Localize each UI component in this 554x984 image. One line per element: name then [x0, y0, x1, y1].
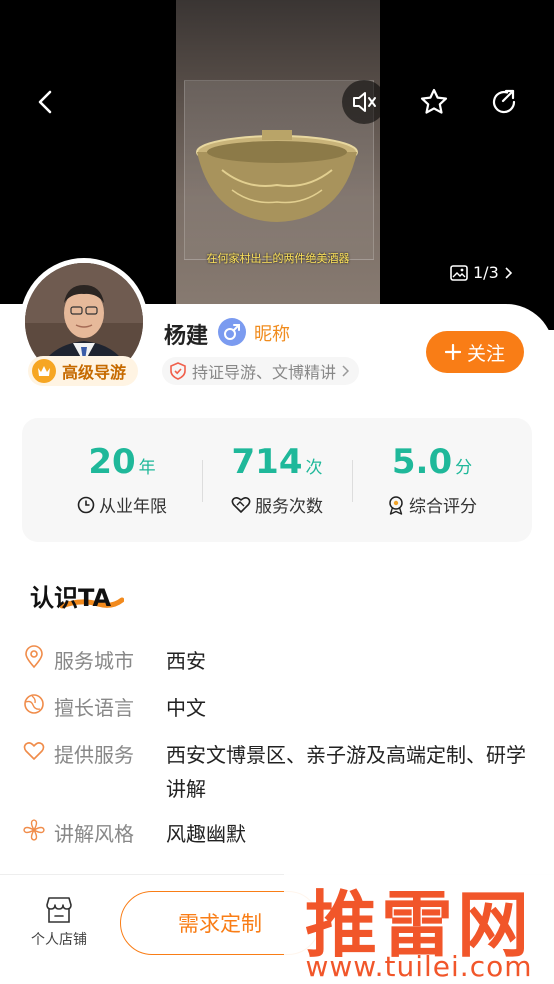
stat-value: 714 [231, 442, 303, 482]
chevron-right-icon [505, 266, 512, 279]
photo-counter[interactable]: 1/3 [450, 263, 512, 282]
male-icon [218, 318, 246, 346]
certification-label: 持证导游、文博精讲 [192, 363, 337, 382]
clock-icon [77, 496, 95, 513]
follow-button[interactable]: 关注 [426, 331, 524, 373]
share-button[interactable] [482, 80, 526, 124]
chevron-left-icon [38, 90, 52, 114]
star-icon [420, 88, 448, 114]
info-row-style: 讲解风格 风趣幽默 [22, 817, 526, 851]
video-caption: 在何家村出土的两件绝美酒器 [206, 252, 350, 265]
stat-value: 20 [88, 442, 136, 482]
stat-label: 综合评分 [409, 497, 477, 517]
follow-label: 关注 [466, 342, 505, 365]
info-value: 中文 [166, 696, 206, 720]
share-icon [492, 89, 516, 114]
stats-panel: 20 年 从业年限 714 次 服务次数 5.0 分 综合评分 [22, 418, 532, 542]
stat-divider [352, 460, 353, 502]
info-value: 西安文博景区、亲子游及高端定制、研学讲解 [166, 743, 526, 801]
photo-counter-text: 1/3 [473, 263, 499, 282]
image-icon [450, 264, 468, 281]
speaker-mute-icon [353, 92, 376, 112]
section-title-about: 认识TA [30, 584, 112, 612]
nickname: 昵称 [254, 324, 290, 345]
info-key: 擅长语言 [54, 696, 134, 720]
video-frame: 在何家村出土的两件绝美酒器 [176, 0, 380, 330]
heart-icon [22, 738, 46, 764]
level-badge: 高级导游 [28, 356, 139, 386]
watermark: 推雷网 www.tuilei.com [284, 864, 554, 984]
level-badge-label: 高级导游 [62, 363, 127, 382]
handshake-heart-icon [231, 496, 251, 513]
storefront-icon [46, 897, 72, 923]
back-button[interactable] [24, 80, 68, 124]
info-value: 风趣幽默 [166, 822, 246, 846]
stat-rating: 5.0 分 综合评分 [357, 418, 507, 542]
stat-label: 服务次数 [255, 497, 323, 517]
stat-unit: 次 [305, 458, 323, 478]
stat-value: 5.0 [391, 442, 453, 482]
globe-icon [22, 691, 46, 717]
chevron-right-icon [342, 365, 350, 377]
info-row-language: 擅长语言 中文 [22, 691, 526, 725]
stat-unit: 分 [455, 458, 473, 478]
info-key: 讲解风格 [54, 822, 134, 846]
info-key: 提供服务 [54, 743, 134, 767]
bowl-image [196, 130, 358, 222]
mute-button[interactable] [342, 80, 386, 124]
plus-icon [444, 344, 461, 360]
info-row-city: 服务城市 西安 [22, 644, 526, 678]
watermark-url: www.tuilei.com [305, 950, 533, 983]
info-value: 西安 [166, 649, 206, 673]
crown-icon [32, 359, 56, 383]
flower-icon [22, 817, 46, 843]
info-row-services: 提供服务 西安文博景区、亲子游及高端定制、研学讲解 [22, 738, 526, 806]
stat-services: 714 次 服务次数 [202, 418, 352, 542]
rosette-icon [389, 495, 403, 515]
stat-years: 20 年 从业年限 [47, 418, 197, 542]
stat-label: 从业年限 [99, 497, 167, 517]
shop-button[interactable]: 个人店铺 [26, 895, 92, 949]
info-key: 服务城市 [54, 649, 134, 673]
favorite-button[interactable] [412, 80, 456, 124]
certification-tag[interactable]: 持证导游、文博精讲 [162, 357, 360, 385]
guide-name: 杨建 [164, 324, 209, 349]
stat-unit: 年 [138, 458, 156, 478]
shop-label: 个人店铺 [31, 932, 87, 948]
location-pin-icon [22, 644, 46, 670]
shield-check-icon [170, 362, 186, 380]
